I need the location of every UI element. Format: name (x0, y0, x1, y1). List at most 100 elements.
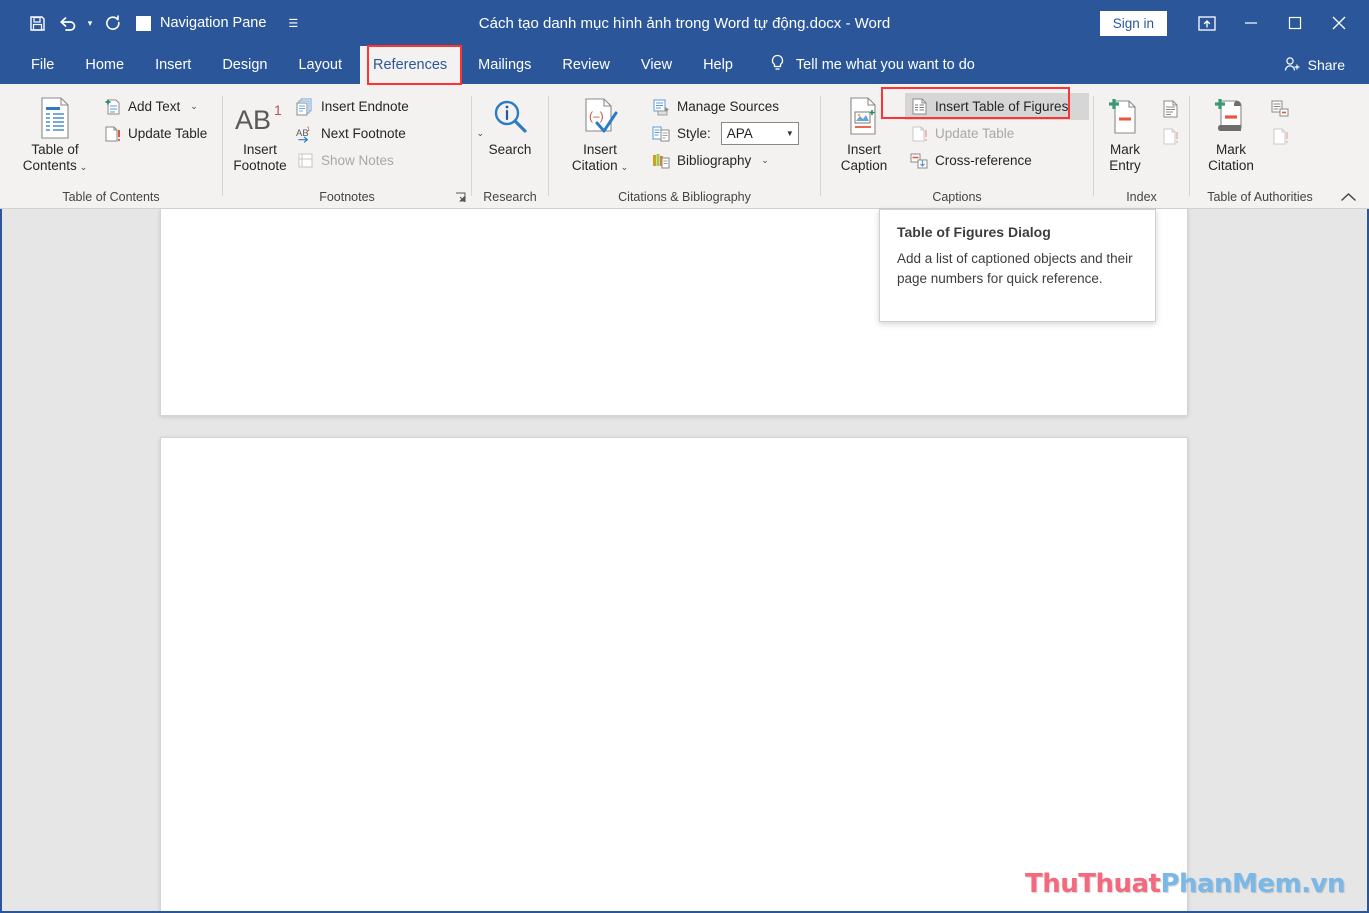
update-table-button-captions: Update Table (905, 120, 1089, 147)
insert-caption-label-line1: Insert (847, 142, 881, 157)
next-footnote-button[interactable]: AB 1 Next Footnote ⌄ (291, 120, 489, 147)
tab-review[interactable]: Review (549, 46, 623, 84)
tab-mailings[interactable]: Mailings (465, 46, 544, 84)
update-table-button[interactable]: Update Table (98, 120, 212, 147)
insert-citation-label-line2: Citation ⌄ (571, 158, 629, 173)
update-table-of-authorities-icon (1266, 122, 1294, 149)
mark-entry-label-line1: Mark (1110, 142, 1140, 157)
group-label-captions: Captions (932, 190, 982, 204)
show-notes-icon (296, 152, 314, 170)
collapse-ribbon-icon[interactable] (1340, 191, 1357, 206)
table-of-contents-label-line2: Contents ⌄ (22, 158, 88, 173)
add-text-button[interactable]: Add Text ⌄ (98, 93, 212, 120)
group-label-index: Index (1126, 190, 1157, 204)
window-controls-bar: Sign in (0, 0, 1369, 46)
ribbon-display-options-icon[interactable] (1185, 0, 1229, 46)
insert-footnote-label-line1: Insert (243, 142, 277, 157)
update-table-icon (103, 125, 121, 143)
bibliography-button[interactable]: Bibliography ⌄ (647, 147, 804, 174)
close-icon[interactable] (1317, 0, 1361, 46)
minimize-icon[interactable] (1229, 0, 1273, 46)
manage-sources-icon (652, 98, 670, 116)
tab-design[interactable]: Design (209, 46, 280, 84)
tab-references[interactable]: References (360, 46, 461, 84)
svg-text:1: 1 (306, 126, 310, 133)
chevron-down-icon: ⌄ (620, 162, 629, 172)
person-add-icon (1284, 56, 1301, 75)
insert-endnote-icon (296, 98, 314, 116)
table-of-contents-label-line1: Table of (31, 142, 79, 157)
manage-sources-button[interactable]: Manage Sources (647, 93, 804, 120)
ribbon-group-table-of-contents: Table of Contents ⌄ Add Text ⌄ Update Tab… (0, 84, 222, 209)
ribbon-group-footnotes: AB 1 Insert Footnote Insert Endnote AB 1 N… (223, 84, 484, 209)
lightbulb-icon (770, 54, 785, 77)
maximize-restore-icon[interactable] (1273, 0, 1317, 46)
ribbon-group-research: Search Research (472, 84, 548, 209)
insert-table-of-figures-icon (910, 98, 928, 116)
show-notes-label: Show Notes (321, 153, 394, 168)
tooltip-body: Add a list of captioned objects and thei… (897, 251, 1133, 286)
tell-me-search[interactable]: Tell me what you want to do (770, 54, 975, 77)
group-label-footnotes: Footnotes (319, 190, 375, 204)
insert-table-of-figures-button[interactable]: Insert Table of Figures (905, 93, 1089, 120)
insert-footnote-button[interactable]: AB 1 Insert Footnote (233, 90, 287, 174)
insert-citation-button[interactable]: (–) Insert Citation ⌄ (559, 90, 641, 175)
group-label-citations-bibliography: Citations & Bibliography (618, 190, 751, 204)
update-table-icon (910, 125, 928, 143)
mark-entry-icon (1107, 94, 1143, 142)
manage-sources-label: Manage Sources (677, 99, 780, 114)
tab-view[interactable]: View (628, 46, 685, 84)
mark-citation-button[interactable]: Mark Citation (1196, 90, 1266, 174)
chevron-down-icon: ⌄ (190, 101, 198, 111)
insert-endnote-label: Insert Endnote (321, 99, 409, 114)
watermark-part-1: ThuThuat (1024, 869, 1161, 899)
citation-style-row: Style: APA ▼ (647, 120, 804, 147)
add-text-icon (103, 98, 121, 116)
document-page-2[interactable] (160, 437, 1188, 911)
tab-help[interactable]: Help (690, 46, 746, 84)
watermark-part-2: PhanMem.vn (1160, 869, 1345, 899)
sign-in-button[interactable]: Sign in (1099, 10, 1167, 36)
tell-me-label: Tell me what you want to do (795, 57, 975, 73)
insert-endnote-button[interactable]: Insert Endnote (291, 93, 489, 120)
next-footnote-icon: AB 1 (296, 125, 314, 143)
insert-index-icon[interactable] (1156, 95, 1184, 122)
cross-reference-button[interactable]: Cross-reference (905, 147, 1089, 174)
style-icon (652, 125, 670, 143)
ribbon-group-table-of-authorities: Mark Citation Table of Authorities (1190, 84, 1330, 209)
document-area[interactable]: ThuThuatPhanMem.vn (0, 209, 1369, 913)
mark-citation-label-line2: Citation (1208, 158, 1254, 173)
share-button[interactable]: Share (1284, 56, 1345, 75)
search-button[interactable]: Search (473, 90, 547, 158)
bibliography-icon (652, 152, 670, 170)
insert-footnote-label-line2: Footnote (233, 158, 287, 173)
insert-citation-label-line1: Insert (583, 142, 617, 157)
tab-insert[interactable]: Insert (142, 46, 204, 84)
insert-citation-icon: (–) (580, 94, 620, 142)
update-index-icon (1156, 122, 1184, 149)
bibliography-label: Bibliography (677, 153, 752, 168)
svg-text:AB: AB (235, 105, 271, 135)
tab-file[interactable]: File (18, 46, 67, 84)
search-icon (490, 94, 530, 142)
mark-entry-label-line2: Entry (1109, 158, 1141, 173)
svg-text:1: 1 (274, 102, 282, 118)
table-of-contents-button[interactable]: Table of Contents ⌄ (18, 90, 92, 175)
update-table-label: Update Table (128, 126, 208, 141)
style-label: Style: (677, 126, 711, 141)
insert-caption-button[interactable]: Insert Caption (827, 90, 901, 174)
mark-entry-button[interactable]: Mark Entry (1094, 90, 1156, 174)
window-controls: Sign in (1099, 0, 1369, 46)
group-label-table-of-authorities: Table of Authorities (1207, 190, 1313, 204)
table-of-contents-icon (37, 94, 73, 142)
citation-style-select[interactable]: APA ▼ (720, 122, 799, 145)
insert-table-of-authorities-icon[interactable] (1266, 95, 1294, 122)
table-of-authorities-icon-buttons (1266, 90, 1294, 149)
cross-reference-icon (910, 152, 928, 170)
tab-home[interactable]: Home (72, 46, 137, 84)
group-label-table-of-contents: Table of Contents (62, 190, 160, 204)
footnotes-dialog-launcher-icon[interactable] (455, 192, 466, 206)
show-notes-button: Show Notes (291, 147, 489, 174)
tab-layout[interactable]: Layout (285, 46, 355, 84)
footnotes-small-buttons: Insert Endnote AB 1 Next Footnote ⌄ Show … (291, 90, 489, 174)
